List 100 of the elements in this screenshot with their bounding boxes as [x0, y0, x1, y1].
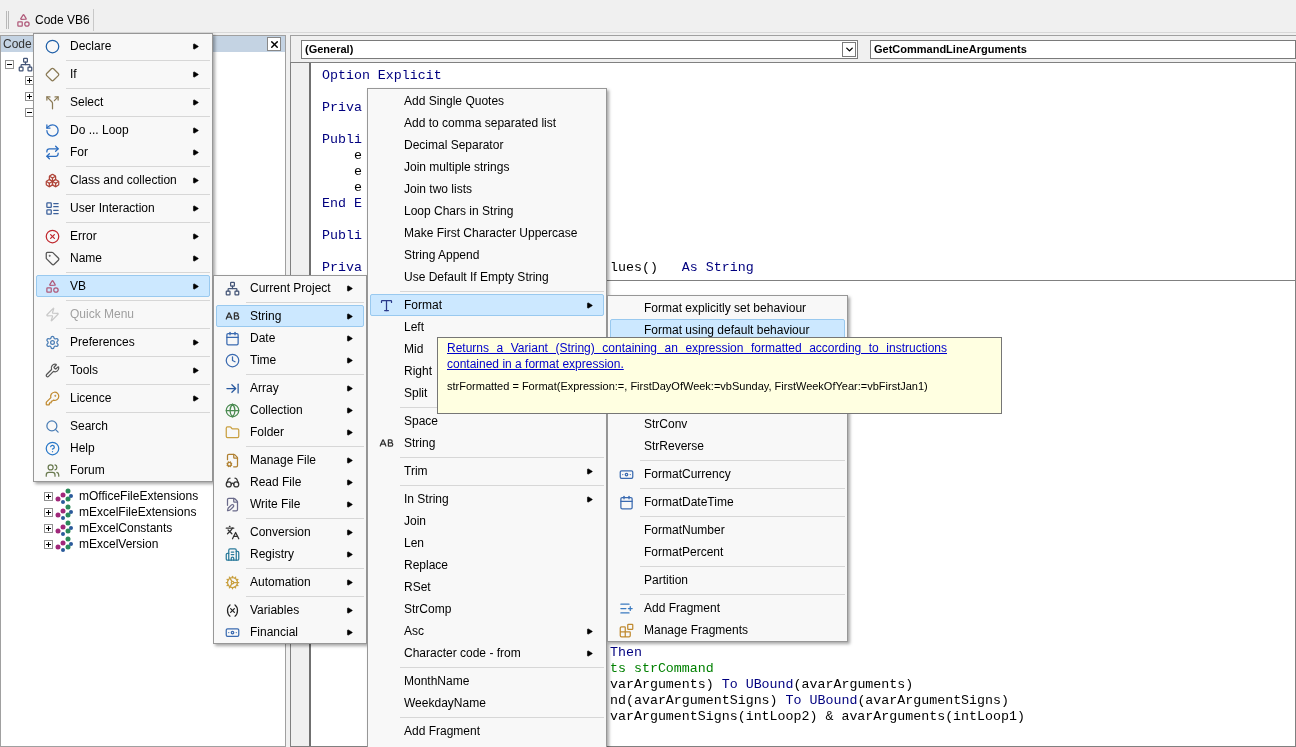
menu-item[interactable]: Read File [216, 471, 364, 493]
menu-item[interactable]: FormatPercent [610, 541, 845, 563]
menu-item[interactable]: Variables [216, 599, 364, 621]
menu-item[interactable]: Left [370, 316, 604, 338]
menu-item[interactable]: MonthName [370, 670, 604, 692]
menu-item[interactable]: Make First Character Uppercase [370, 222, 604, 244]
menu-item[interactable]: Error [36, 225, 210, 247]
menu-item[interactable]: String [370, 432, 604, 454]
menu-item[interactable]: Licence [36, 387, 210, 409]
expand-icon[interactable] [44, 523, 53, 533]
menu-item[interactable]: Len [370, 532, 604, 554]
menu-item[interactable]: Manage File [216, 449, 364, 471]
submenu-arrow-icon [346, 528, 353, 536]
code-text: nd(avarArgumentSigns) [610, 693, 779, 709]
code-vb6-button[interactable]: Code VB6 [13, 9, 94, 31]
menu-item[interactable]: Preferences [36, 331, 210, 353]
file-icon [224, 452, 240, 468]
tree-item[interactable]: mExcelVersion [75, 535, 159, 553]
menu-item[interactable]: Format [370, 294, 604, 316]
menu-item[interactable]: Tools [36, 359, 210, 381]
menu-item[interactable]: Name [36, 247, 210, 269]
expand-icon[interactable] [44, 507, 53, 517]
menu-item[interactable]: Decimal Separator [370, 134, 604, 156]
menu-item[interactable]: StrConv [610, 413, 845, 435]
submenu-arrow-icon [346, 312, 353, 320]
menu-item[interactable]: String [216, 305, 364, 327]
menu-item[interactable]: Join [370, 510, 604, 532]
menu-item[interactable]: Character code - from [370, 642, 604, 664]
menu-item[interactable]: Conversion [216, 521, 364, 543]
menu-item[interactable]: Use Default If Empty String [370, 266, 604, 288]
expand-icon[interactable] [44, 491, 53, 501]
collapse-icon[interactable] [5, 59, 14, 69]
procedure-dropdown[interactable]: GetCommandLineArguments [870, 39, 1296, 59]
submenu-arrow-icon [346, 284, 353, 292]
menu-item[interactable]: FormatNumber [610, 519, 845, 541]
menu-item[interactable]: User Interaction [36, 197, 210, 219]
menu-item[interactable]: StrComp [370, 598, 604, 620]
code-text: To UBound [721, 677, 794, 693]
code-text: End E [322, 196, 362, 212]
menu-item[interactable]: VB [36, 275, 210, 297]
expand-icon[interactable] [44, 539, 53, 549]
circle-icon [44, 38, 60, 54]
menu-item[interactable]: Registry [216, 543, 364, 565]
menu-item[interactable]: RSet [370, 576, 604, 598]
menu-item[interactable]: Date [216, 327, 364, 349]
menu-item[interactable]: WeekdayName [370, 692, 604, 714]
menu-item[interactable]: Add Single Quotes [370, 90, 604, 112]
menu-item[interactable]: Automation [216, 571, 364, 593]
submenu-arrow-icon [346, 428, 353, 436]
menu-item[interactable]: Format explicitly set behaviour [610, 297, 845, 319]
menu-item[interactable]: Folder [216, 421, 364, 443]
menu-item[interactable]: Class and collection [36, 169, 210, 191]
menu-item[interactable]: Help [36, 437, 210, 459]
menu-item[interactable]: Asc [370, 620, 604, 642]
menu-item[interactable]: Loop Chars in String [370, 200, 604, 222]
menu-item[interactable]: Declare [36, 35, 210, 57]
code-text: Option Explicit [322, 68, 442, 84]
globe-icon [224, 402, 240, 418]
submenu-arrow-icon [586, 627, 593, 635]
submenu-arrow-icon [586, 649, 593, 657]
menu-item[interactable]: Partition [610, 569, 845, 591]
menu-item[interactable]: Do ... Loop [36, 119, 210, 141]
menu-item[interactable]: Write File [216, 493, 364, 515]
submenu-arrow-icon [192, 366, 199, 374]
menu-item[interactable]: Financial [216, 621, 364, 643]
menu-item[interactable]: Manage Fragments [610, 619, 845, 641]
menu-item[interactable]: Trim [370, 460, 604, 482]
menu-item[interactable]: If [36, 63, 210, 85]
menu-item[interactable]: Current Project [216, 277, 364, 299]
menu-item[interactable]: Add Fragment [610, 597, 845, 619]
tree-item[interactable]: mExcelConstants [75, 519, 173, 537]
menu-item[interactable]: Replace [370, 554, 604, 576]
menu-item[interactable]: Add to comma separated list [370, 112, 604, 134]
menu-item[interactable]: FormatDateTime [610, 491, 845, 513]
menu-item[interactable]: In String [370, 488, 604, 510]
submenu-arrow-icon [192, 282, 199, 290]
tree-item[interactable]: mOfficeFileExtensions [75, 487, 199, 505]
object-dropdown[interactable]: (General) [301, 39, 858, 59]
submenu-arrow-icon [192, 232, 199, 240]
close-button[interactable] [267, 37, 281, 51]
menu-item[interactable]: FormatCurrency [610, 463, 845, 485]
menu-item[interactable]: Time [216, 349, 364, 371]
menu-item[interactable]: Array [216, 377, 364, 399]
menu-item[interactable]: Add Fragment [370, 720, 604, 742]
submenu-arrow-icon [192, 126, 199, 134]
tree-item[interactable]: mExcelFileExtensions [75, 503, 197, 521]
code-text: (avarArguments) [793, 677, 914, 693]
menu-item[interactable]: Join two lists [370, 178, 604, 200]
menu-item[interactable]: Space [370, 410, 604, 432]
code-text: (avarArgumentSigns) [857, 693, 1009, 709]
menu-item[interactable]: Join multiple strings [370, 156, 604, 178]
menu-item[interactable]: StrReverse [610, 435, 845, 457]
menu-item[interactable]: Forum [36, 459, 210, 481]
menu-item[interactable]: Select [36, 91, 210, 113]
menu-item[interactable]: String Append [370, 244, 604, 266]
menu-item[interactable]: Collection [216, 399, 364, 421]
description-link[interactable]: Returns a Variant (String) containing an expression formatted according to instructions contained in a format expression. [447, 340, 947, 372]
menu-item[interactable]: For [36, 141, 210, 163]
menu-item[interactable]: Search [36, 415, 210, 437]
variable-icon [224, 602, 240, 618]
